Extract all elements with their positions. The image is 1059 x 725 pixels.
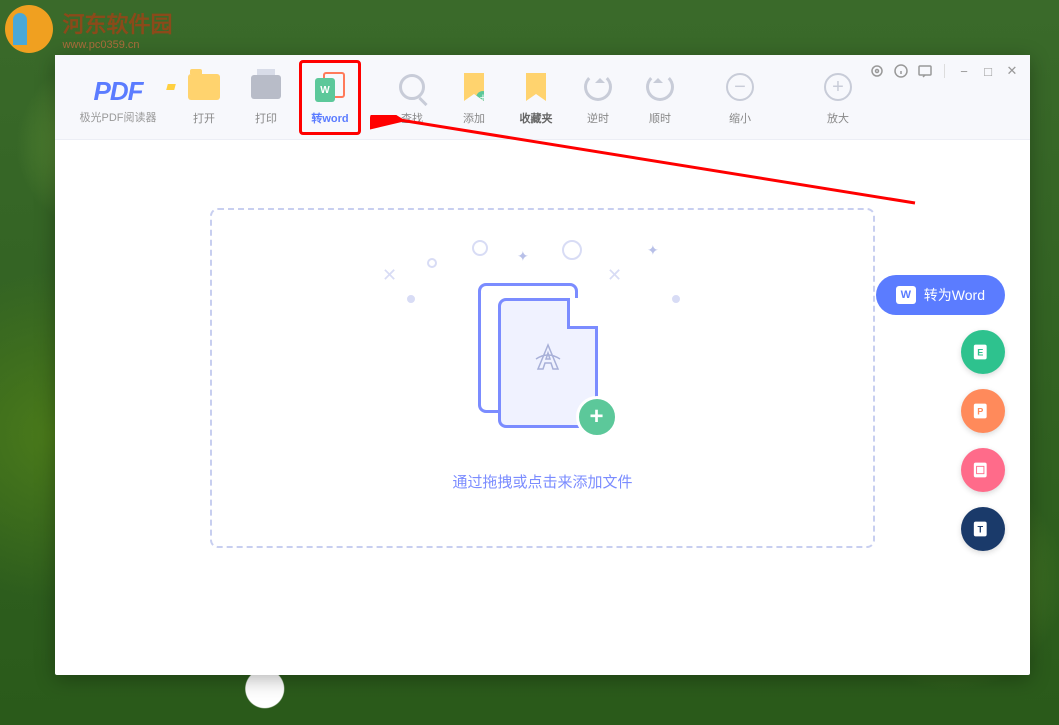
logo-text: PDF bbox=[63, 76, 173, 107]
maximize-button[interactable]: □ bbox=[980, 63, 996, 79]
convert-image-button[interactable] bbox=[961, 448, 1005, 492]
rotate-cw-button[interactable]: 顺时 bbox=[629, 60, 691, 135]
dot-decoration bbox=[407, 295, 415, 303]
bookmark-add-icon bbox=[464, 73, 484, 101]
image-icon bbox=[972, 460, 994, 480]
watermark-title: 河东软件园 bbox=[62, 7, 172, 39]
open-label: 打开 bbox=[193, 110, 215, 126]
printer-icon bbox=[251, 75, 281, 99]
logo-subtitle: 极光PDF阅读器 bbox=[63, 109, 173, 125]
pdf-logo-icon bbox=[532, 341, 564, 373]
rotate-ccw-label: 逆时 bbox=[587, 110, 609, 126]
sparkle-icon: ✕ bbox=[382, 265, 397, 286]
dot-decoration bbox=[672, 295, 680, 303]
add-plus-badge: + bbox=[576, 396, 618, 438]
app-window: PDF 极光PDF阅读器 打开 打印 W 转word bbox=[55, 55, 1030, 675]
site-watermark: 河东软件园 www.pc0359.cn bbox=[5, 5, 172, 53]
zoom-in-button[interactable]: + 放大 bbox=[807, 60, 869, 135]
close-button[interactable]: ✕ bbox=[1004, 63, 1020, 79]
convert-word-label: 转word bbox=[311, 110, 348, 126]
sparkle-icon: ✦ bbox=[647, 242, 659, 259]
convert-to-word-pill[interactable]: W 转为Word bbox=[876, 275, 1005, 315]
search-icon bbox=[399, 74, 425, 100]
zoom-in-label: 放大 bbox=[827, 110, 849, 126]
settings-gear-icon[interactable] bbox=[869, 63, 885, 79]
content-area: ✕ ✦ ✕ ✦ + 通过拖拽或点击来添加文件 bbox=[55, 140, 1030, 675]
word-icon: W bbox=[896, 286, 916, 304]
folder-icon bbox=[188, 74, 220, 100]
open-button[interactable]: 打开 bbox=[173, 60, 235, 135]
document-illustration: + bbox=[473, 283, 613, 443]
rotate-cw-icon bbox=[646, 73, 674, 101]
add-bookmark-button[interactable]: 添加 bbox=[443, 60, 505, 135]
bookmark-icon bbox=[526, 73, 546, 101]
convert-word-button[interactable]: W 转word bbox=[299, 60, 361, 135]
add-label: 添加 bbox=[463, 110, 485, 126]
sparkle-icon: ✦ bbox=[517, 248, 529, 265]
circle-decoration bbox=[562, 240, 582, 260]
svg-text:E: E bbox=[977, 348, 983, 358]
convert-txt-button[interactable]: T bbox=[961, 507, 1005, 551]
rotate-cw-label: 顺时 bbox=[649, 110, 671, 126]
plus-icon: + bbox=[824, 73, 852, 101]
excel-icon: E bbox=[972, 342, 994, 362]
info-icon[interactable] bbox=[893, 63, 909, 79]
circle-decoration bbox=[427, 258, 437, 268]
convert-excel-button[interactable]: E bbox=[961, 330, 1005, 374]
convert-word-text: 转为Word bbox=[924, 285, 985, 305]
ppt-icon: P bbox=[972, 401, 994, 421]
file-drop-zone[interactable]: ✕ ✦ ✕ ✦ + 通过拖拽或点击来添加文件 bbox=[210, 208, 875, 548]
minus-icon: − bbox=[726, 73, 754, 101]
watermark-url: www.pc0359.cn bbox=[62, 39, 172, 51]
drop-hint-text: 通过拖拽或点击来添加文件 bbox=[452, 471, 632, 492]
search-button[interactable]: 查找 bbox=[381, 60, 443, 135]
toolbar: PDF 极光PDF阅读器 打开 打印 W 转word bbox=[55, 55, 1030, 140]
rotate-ccw-button[interactable]: 逆时 bbox=[567, 60, 629, 135]
rotate-ccw-icon bbox=[584, 73, 612, 101]
search-label: 查找 bbox=[401, 110, 423, 126]
print-button[interactable]: 打印 bbox=[235, 60, 297, 135]
circle-decoration bbox=[472, 240, 488, 256]
zoom-out-button[interactable]: − 缩小 bbox=[709, 60, 771, 135]
favorites-button[interactable]: 收藏夹 bbox=[505, 60, 567, 135]
favorites-label: 收藏夹 bbox=[520, 110, 553, 126]
app-logo: PDF 极光PDF阅读器 bbox=[63, 70, 173, 125]
feedback-icon[interactable] bbox=[917, 63, 933, 79]
convert-ppt-button[interactable]: P bbox=[961, 389, 1005, 433]
svg-text:P: P bbox=[977, 407, 983, 417]
zoom-out-label: 缩小 bbox=[729, 110, 751, 126]
txt-icon: T bbox=[972, 519, 994, 539]
side-action-panel: W 转为Word E P T bbox=[876, 275, 1005, 551]
print-label: 打印 bbox=[255, 110, 277, 126]
word-convert-icon: W bbox=[315, 72, 345, 102]
window-controls: − □ ✕ bbox=[869, 63, 1020, 79]
minimize-button[interactable]: − bbox=[956, 63, 972, 79]
svg-text:T: T bbox=[977, 525, 983, 535]
